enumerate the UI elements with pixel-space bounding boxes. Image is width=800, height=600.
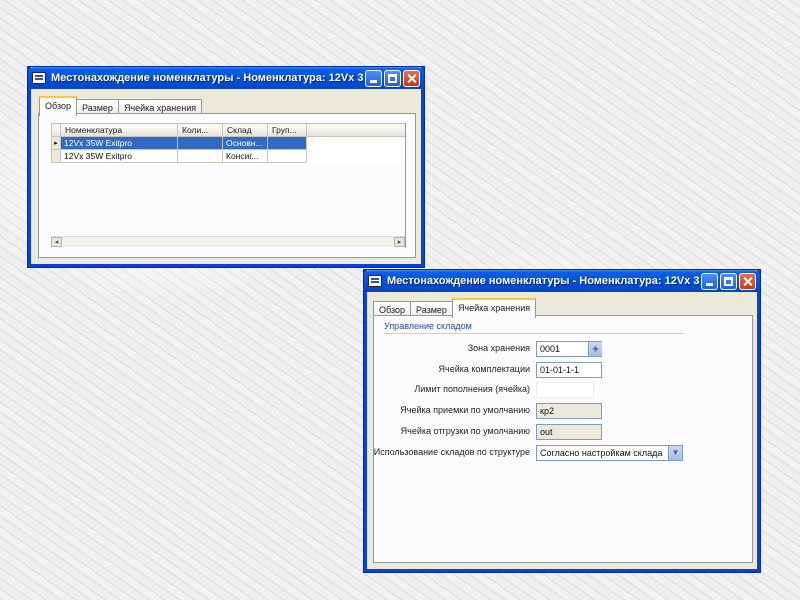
cell-group[interactable] [267, 149, 307, 163]
cell-warehouse[interactable]: Консиг... [222, 149, 268, 163]
warehouse-usage-select[interactable]: Согласно настройкам склада ▼ [536, 445, 683, 461]
close-button[interactable] [403, 69, 420, 87]
cell-filler [306, 136, 406, 150]
window-titlebar[interactable]: Местонахождение номенклатуры - Номенклат… [28, 67, 424, 89]
label-picking-cell: Ячейка комплектации [438, 364, 531, 374]
cell-warehouse[interactable]: Основн... [222, 136, 268, 150]
window-title: Местонахождение номенклатуры - Номенклат… [387, 275, 699, 287]
close-button[interactable] [739, 272, 756, 290]
cell-group[interactable] [267, 136, 307, 150]
default-receipt-cell-input[interactable]: кр2 [536, 403, 602, 419]
location-grid[interactable]: Номенклатура Коли... Склад Груп... ▸ 12V… [51, 123, 406, 163]
maximize-button[interactable] [720, 272, 737, 290]
chevron-down-icon[interactable]: ▼ [668, 446, 682, 460]
grid-right-edge [405, 123, 406, 248]
cell-filler [306, 149, 406, 163]
window-title: Местонахождение номенклатуры - Номенклат… [51, 72, 363, 84]
horizontal-scrollbar[interactable]: ◂ ▸ [51, 236, 405, 247]
tab-panel: Управление складом Зона хранения 0001 ◈ … [373, 315, 753, 563]
cell-quantity[interactable] [177, 136, 223, 150]
table-row[interactable]: 12Vx 35W Exitpro Консиг... [51, 149, 406, 163]
table-row[interactable]: ▸ 12Vx 35W Exitpro Основн... [51, 136, 406, 150]
column-header-filler [306, 123, 406, 137]
label-default-shipment-cell: Ячейка отгрузки по умолчанию [400, 426, 530, 436]
maximize-button[interactable] [384, 69, 401, 87]
lookup-button[interactable]: ◈ [588, 342, 602, 356]
replenishment-limit-input[interactable] [536, 382, 594, 398]
column-header-group[interactable]: Груп... [267, 123, 307, 137]
label-replenishment-limit: Лимит пополнения (ячейка) [414, 384, 530, 394]
grid-header-row: Номенклатура Коли... Склад Груп... [51, 123, 406, 137]
window-overview: Местонахождение номенклатуры - Номенклат… [28, 67, 424, 267]
column-header-quantity[interactable]: Коли... [177, 123, 223, 137]
app-icon [32, 72, 46, 84]
scroll-right-icon[interactable]: ▸ [394, 237, 405, 247]
row-marker [51, 149, 61, 163]
section-title: Управление складом [384, 321, 472, 331]
tab-storage-cell[interactable]: Ячейка хранения [451, 298, 537, 318]
column-header-warehouse[interactable]: Склад [222, 123, 268, 137]
warehouse-usage-value: Согласно настройкам склада [540, 448, 663, 458]
label-warehouse-usage: Использование складов по структуре [373, 447, 530, 457]
window-titlebar[interactable]: Местонахождение номенклатуры - Номенклат… [364, 270, 760, 292]
default-shipment-cell-input[interactable]: out [536, 424, 602, 440]
minimize-button[interactable] [701, 272, 718, 290]
section-divider [384, 333, 684, 334]
cell-quantity[interactable] [177, 149, 223, 163]
column-header-item[interactable]: Номенклатура [60, 123, 178, 137]
label-storage-zone: Зона хранения [467, 343, 530, 353]
picking-cell-input[interactable]: 01-01-1-1 [536, 362, 602, 378]
scroll-left-icon[interactable]: ◂ [51, 237, 62, 247]
minimize-button[interactable] [365, 69, 382, 87]
window-storage-cell: Местонахождение номенклатуры - Номенклат… [364, 270, 760, 572]
label-default-receipt-cell: Ячейка приемки по умолчанию [400, 405, 530, 415]
grid-corner [51, 123, 61, 137]
tab-panel: Номенклатура Коли... Склад Груп... ▸ 12V… [38, 113, 416, 258]
cell-item[interactable]: 12Vx 35W Exitpro [60, 149, 178, 163]
row-marker: ▸ [51, 136, 61, 150]
cell-item[interactable]: 12Vx 35W Exitpro [60, 136, 178, 150]
tab-overview[interactable]: Обзор [39, 96, 77, 116]
app-icon [368, 275, 382, 287]
